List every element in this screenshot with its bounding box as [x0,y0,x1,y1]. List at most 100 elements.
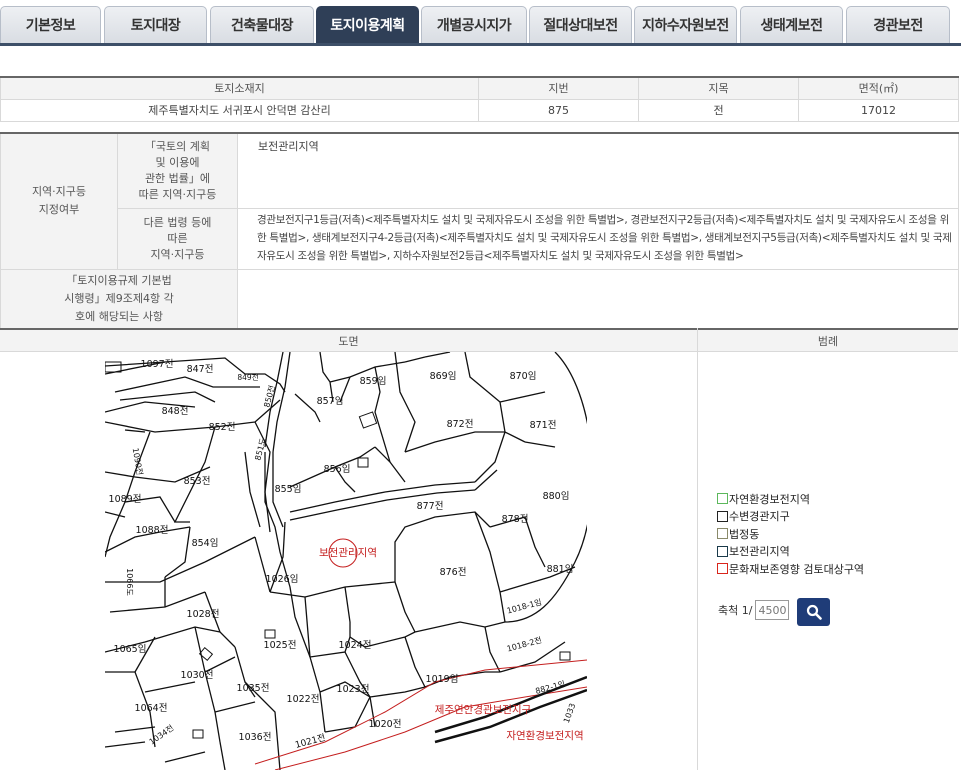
tab-official-land-price[interactable]: 개별공시지가 [421,6,527,43]
tab-absolute-relative-conservation[interactable]: 절대상대보전 [529,6,632,43]
parcel-label: 1088전 [136,525,169,536]
scale-label: 축척 1/ [718,604,753,617]
legend-swatch-icon [717,493,728,505]
legend-swatch-icon [717,545,728,557]
tab-ecosystem-conservation[interactable]: 생태계보전 [740,6,843,43]
legend-swatch-icon [717,510,728,522]
lot-value: 875 [478,98,639,122]
legend-swatch-icon [717,528,728,540]
legend-item: 법정동 [717,525,864,543]
legend-item: 자연환경보전지역 [717,490,864,508]
parcel-label: 870임 [510,370,537,382]
national-zoning-value: 보전관리지역 [237,132,959,209]
other-law-line-3: 지역·지구등 [150,247,205,261]
national-law-line-1: 「국토의 계획 [144,139,211,153]
area-header: 면적(㎡) [798,76,959,100]
parcel-label: 1023전 [337,684,370,695]
parcel-label: 1026임 [266,573,299,585]
parcel-label: 1033 [562,702,577,724]
cadastral-map[interactable]: 1097전 847전 849전 850전 859임 869임 870임 848전… [105,352,587,770]
parcel-label: 1022전 [287,694,320,705]
parcel-label: 1035전 [237,683,270,694]
scale-search-button[interactable] [797,598,830,626]
other-law-line-2: 따른 [167,231,188,245]
parcel-label: 제주연안경관보전지구 [435,703,532,716]
parcel-label: 880임 [543,490,570,502]
parcel-label: 1018-2전 [506,635,543,654]
parcel-label: 872전 [447,419,474,430]
parcel-label: 1028전 [187,609,220,620]
parcel-label: 1025전 [264,640,297,651]
section-divider [697,328,698,770]
parcel-label: 857임 [317,395,344,407]
parcel-label: 1097전 [141,359,174,370]
legend-item: 문화재보존영향 검토대상구역 [717,560,864,578]
parcel-label: 849전 [237,372,258,382]
legend-item: 수변경관지구 [717,508,864,526]
parcel-label: 853전 [184,476,211,487]
national-law-line-2: 및 이용에 [155,155,200,169]
parcel-label: 1019임 [426,673,459,685]
other-law-line-1: 다른 법령 등에 [143,215,212,229]
scale-input[interactable]: 4500 [755,600,790,620]
legend-swatch-icon [717,563,728,575]
legend-label: 자연환경보전지역 [729,492,810,506]
parcel-label: 1089전 [109,494,142,505]
parcel-label: 848전 [162,406,189,417]
parcel-label: 859임 [360,375,387,387]
parcel-label: 1024전 [339,640,372,651]
legend-header: 범례 [698,328,958,352]
parcel-label: 1020전 [369,719,402,730]
scale-control: 축척 1/ 4500 [718,600,790,620]
parcel-label: 1066도 [125,568,134,596]
category-header: 지목 [638,76,799,100]
map-header: 도면 [0,328,697,352]
tab-landscape-conservation[interactable]: 경관보전 [846,6,950,43]
parcel-label: 852전 [209,422,236,433]
zoning-section-label: 지역·지구등 지정여부 [0,132,118,270]
parcel-label: 1034전 [147,722,175,746]
tab-land-use-plan[interactable]: 토지이용계획 [316,6,419,43]
lot-header: 지번 [478,76,639,100]
tab-land-register[interactable]: 토지대장 [104,6,207,43]
parcel-label: 1064전 [135,703,168,714]
parcel-label: 1065임 [114,643,147,655]
parcel-label: 881임 [547,563,574,575]
map-legend: 자연환경보전지역 수변경관지구 법정동 보전관리지역 문화재보존영향 검토대상구… [717,490,864,578]
parcel-label: 1021전 [294,732,327,751]
tab-groundwater-conservation[interactable]: 지하수자원보전 [634,6,737,43]
regulation-line-1: 「토지이용규제 기본법 [66,273,172,287]
parcel-label: 855임 [275,483,302,495]
parcel-label: 1030전 [181,670,214,681]
tab-building-register[interactable]: 건축물대장 [210,6,314,43]
parcel-label: 871전 [530,420,557,431]
magnifier-icon [806,604,822,620]
regulation-value [237,268,959,329]
location-value: 제주특별자치도 서귀포시 안덕면 감산리 [0,98,479,122]
legend-label: 보전관리지역 [729,545,790,559]
tab-basic-info[interactable]: 기본정보 [0,6,101,43]
legend-label: 수변경관지구 [729,510,790,524]
parcel-label: 869임 [430,370,457,382]
parcel-label: 851도 [253,437,268,461]
parcel-label: 자연환경보전지역 [506,729,583,742]
parcel-label: 보전관리지역 [319,547,377,559]
parcel-label: 877전 [417,501,444,512]
regulation-label: 「토지이용규제 기본법 시행령」제9조제4항 각 호에 해당되는 사항 [0,268,238,329]
national-law-line-3: 관한 법률」에 [144,171,211,185]
other-zoning-value: 경관보전지구1등급(저촉)<제주특별자치도 설치 및 국제자유도시 조성을 위한… [237,207,959,270]
zoning-section-label-2: 지정여부 [38,203,80,217]
legend-item: 보전관리지역 [717,543,864,561]
land-info-table: 토지소재지 지번 지목 면적(㎡) 제주특별자치도 서귀포시 안덕면 감산리 8… [0,76,959,122]
parcel-label: 847전 [187,364,214,375]
zoning-section-label-1: 지역·지구등 [31,185,87,199]
regulation-line-3: 호에 해당되는 사항 [75,309,163,323]
parcel-label: 854임 [192,537,219,549]
parcel-label: 1036전 [239,732,272,743]
category-value: 전 [638,98,799,122]
legend-label: 법정동 [729,527,760,541]
parcel-label: 878전 [502,514,529,525]
location-header: 토지소재지 [0,76,479,100]
regulation-line-2: 시행령」제9조제4항 각 [64,291,174,305]
parcel-label: 856임 [324,463,351,475]
